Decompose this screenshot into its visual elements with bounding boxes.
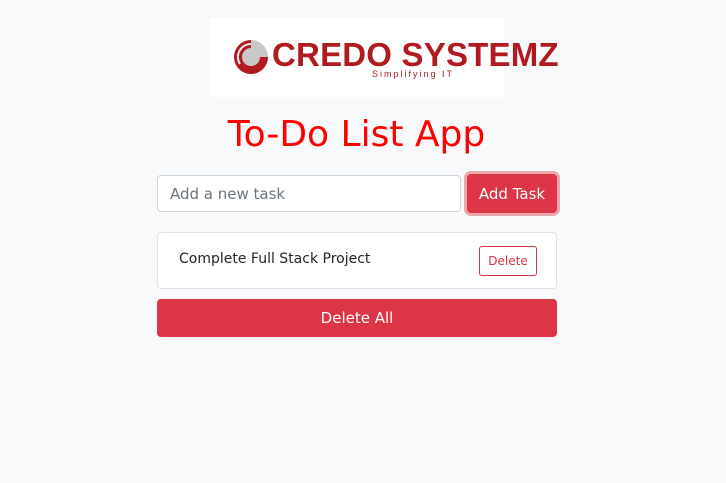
new-task-input[interactable]	[157, 175, 461, 212]
logo: CREDO SYSTEMZ Simplifying IT	[210, 18, 559, 97]
add-task-button[interactable]: Add Task	[467, 174, 557, 213]
logo-name: CREDO SYSTEMZ	[272, 36, 559, 73]
task-list: Complete Full Stack Project Delete	[157, 232, 557, 289]
delete-all-button[interactable]: Delete All	[157, 299, 557, 337]
page-title: To-Do List App	[227, 114, 486, 155]
todo-page: CREDO SYSTEMZ Simplifying IT To-Do List …	[0, 0, 726, 483]
credo-logo-emblem-icon	[234, 40, 268, 74]
logo-tagline: Simplifying IT	[372, 69, 455, 79]
task-text: Complete Full Stack Project	[179, 251, 371, 267]
delete-task-button[interactable]: Delete	[479, 246, 537, 276]
task-item: Complete Full Stack Project Delete	[157, 232, 557, 289]
